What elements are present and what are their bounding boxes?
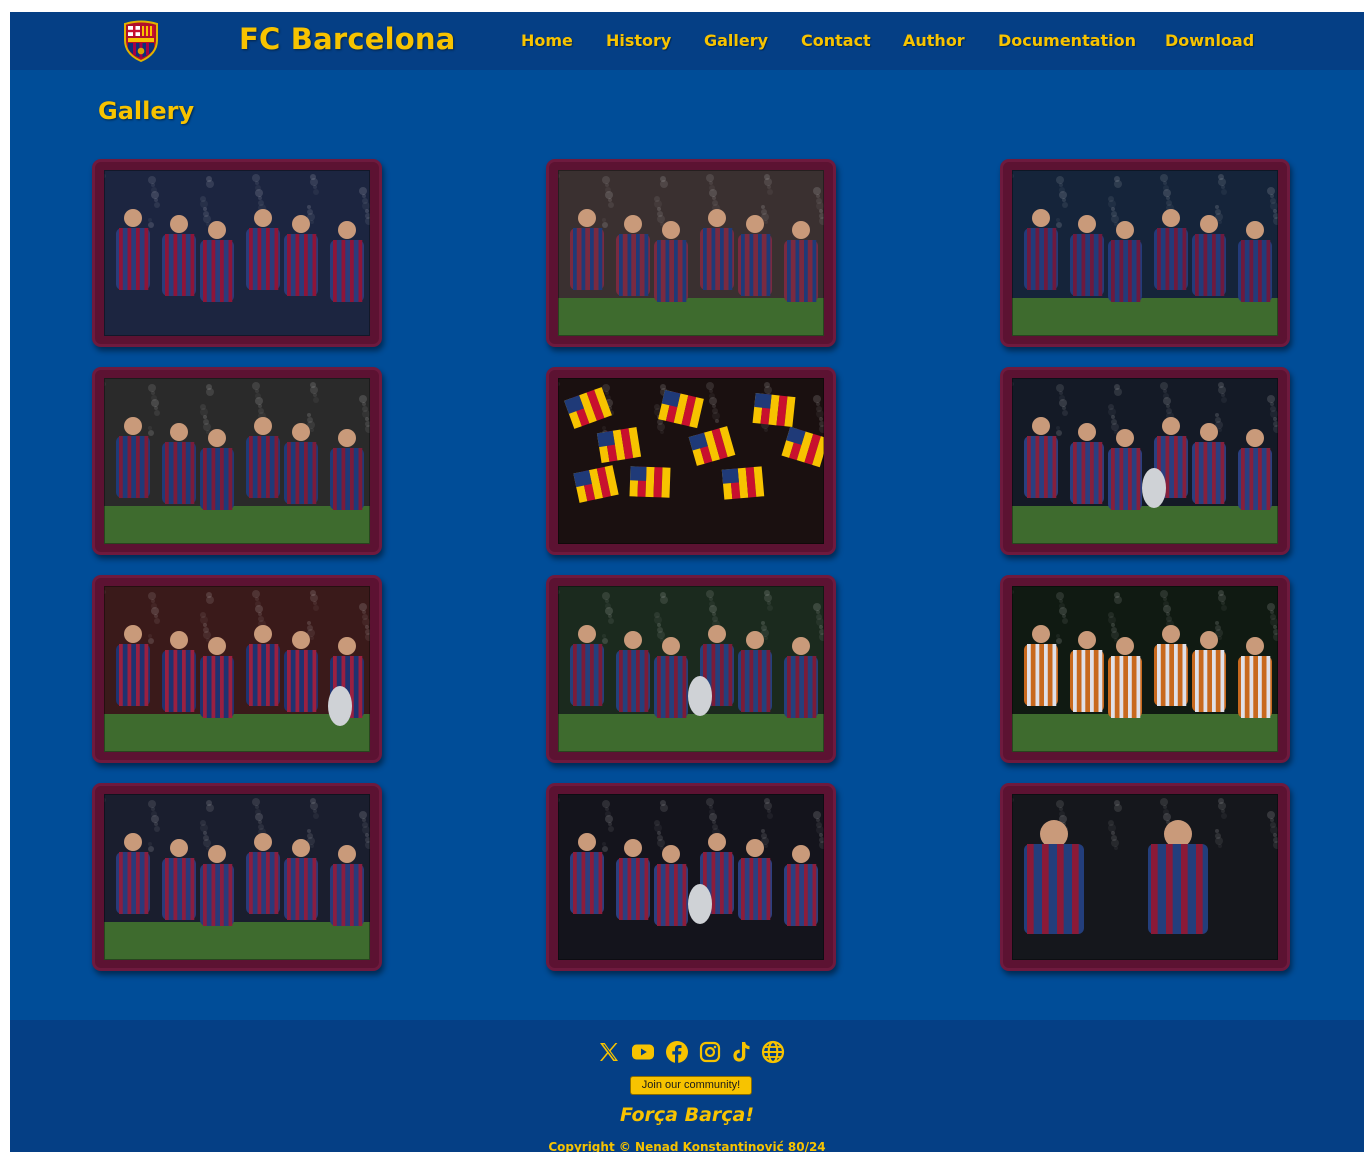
site-header: FC Barcelona Home History Gallery Contac… (10, 12, 1364, 70)
page-title: Gallery (98, 97, 195, 125)
gallery-photo[interactable] (92, 159, 382, 347)
photo-image (104, 378, 370, 544)
photo-image (558, 794, 824, 960)
join-community-button[interactable]: Join our community! (630, 1076, 752, 1095)
photo-image (104, 170, 370, 336)
photo-image (1012, 794, 1278, 960)
nav-documentation[interactable]: Documentation (998, 31, 1136, 50)
gallery-photo[interactable] (1000, 783, 1290, 971)
copyright-text: Copyright © Nenad Konstantinović 80/24 (548, 1140, 826, 1152)
nav-contact[interactable]: Contact (801, 31, 871, 50)
gallery-photo[interactable] (1000, 575, 1290, 763)
tiktok-icon[interactable] (729, 1040, 753, 1064)
youtube-icon[interactable] (631, 1040, 655, 1064)
gallery-photo[interactable] (1000, 367, 1290, 555)
fcb-crest-icon[interactable] (122, 20, 160, 62)
globe-icon[interactable] (761, 1040, 785, 1064)
site-footer: Join our community! Força Barça! Copyrig… (10, 1020, 1364, 1152)
social-links (10, 1040, 1364, 1066)
site-title[interactable]: FC Barcelona (239, 22, 456, 56)
gallery-photo[interactable] (546, 159, 836, 347)
gallery-photo[interactable] (92, 575, 382, 763)
x-twitter-icon[interactable] (597, 1040, 621, 1064)
gallery-photo[interactable] (1000, 159, 1290, 347)
photo-image (104, 794, 370, 960)
facebook-icon[interactable] (665, 1040, 689, 1064)
photo-image (1012, 170, 1278, 336)
instagram-icon[interactable] (698, 1040, 722, 1064)
gallery-photo[interactable] (546, 575, 836, 763)
photo-image (558, 586, 824, 752)
gallery-photo[interactable] (92, 367, 382, 555)
photo-image (104, 586, 370, 752)
gallery-photo[interactable] (546, 783, 836, 971)
photo-image (1012, 378, 1278, 544)
nav-author[interactable]: Author (903, 31, 965, 50)
gallery-photo[interactable] (92, 783, 382, 971)
club-motto: Força Barça! (619, 1104, 755, 1126)
page: FC Barcelona Home History Gallery Contac… (10, 12, 1364, 1152)
photo-image (558, 170, 824, 336)
photo-image (558, 378, 824, 544)
nav-download[interactable]: Download (1165, 31, 1254, 50)
nav-history[interactable]: History (606, 31, 671, 50)
nav-gallery[interactable]: Gallery (704, 31, 768, 50)
photo-image (1012, 586, 1278, 752)
gallery-photo[interactable] (546, 367, 836, 555)
nav-home[interactable]: Home (521, 31, 573, 50)
